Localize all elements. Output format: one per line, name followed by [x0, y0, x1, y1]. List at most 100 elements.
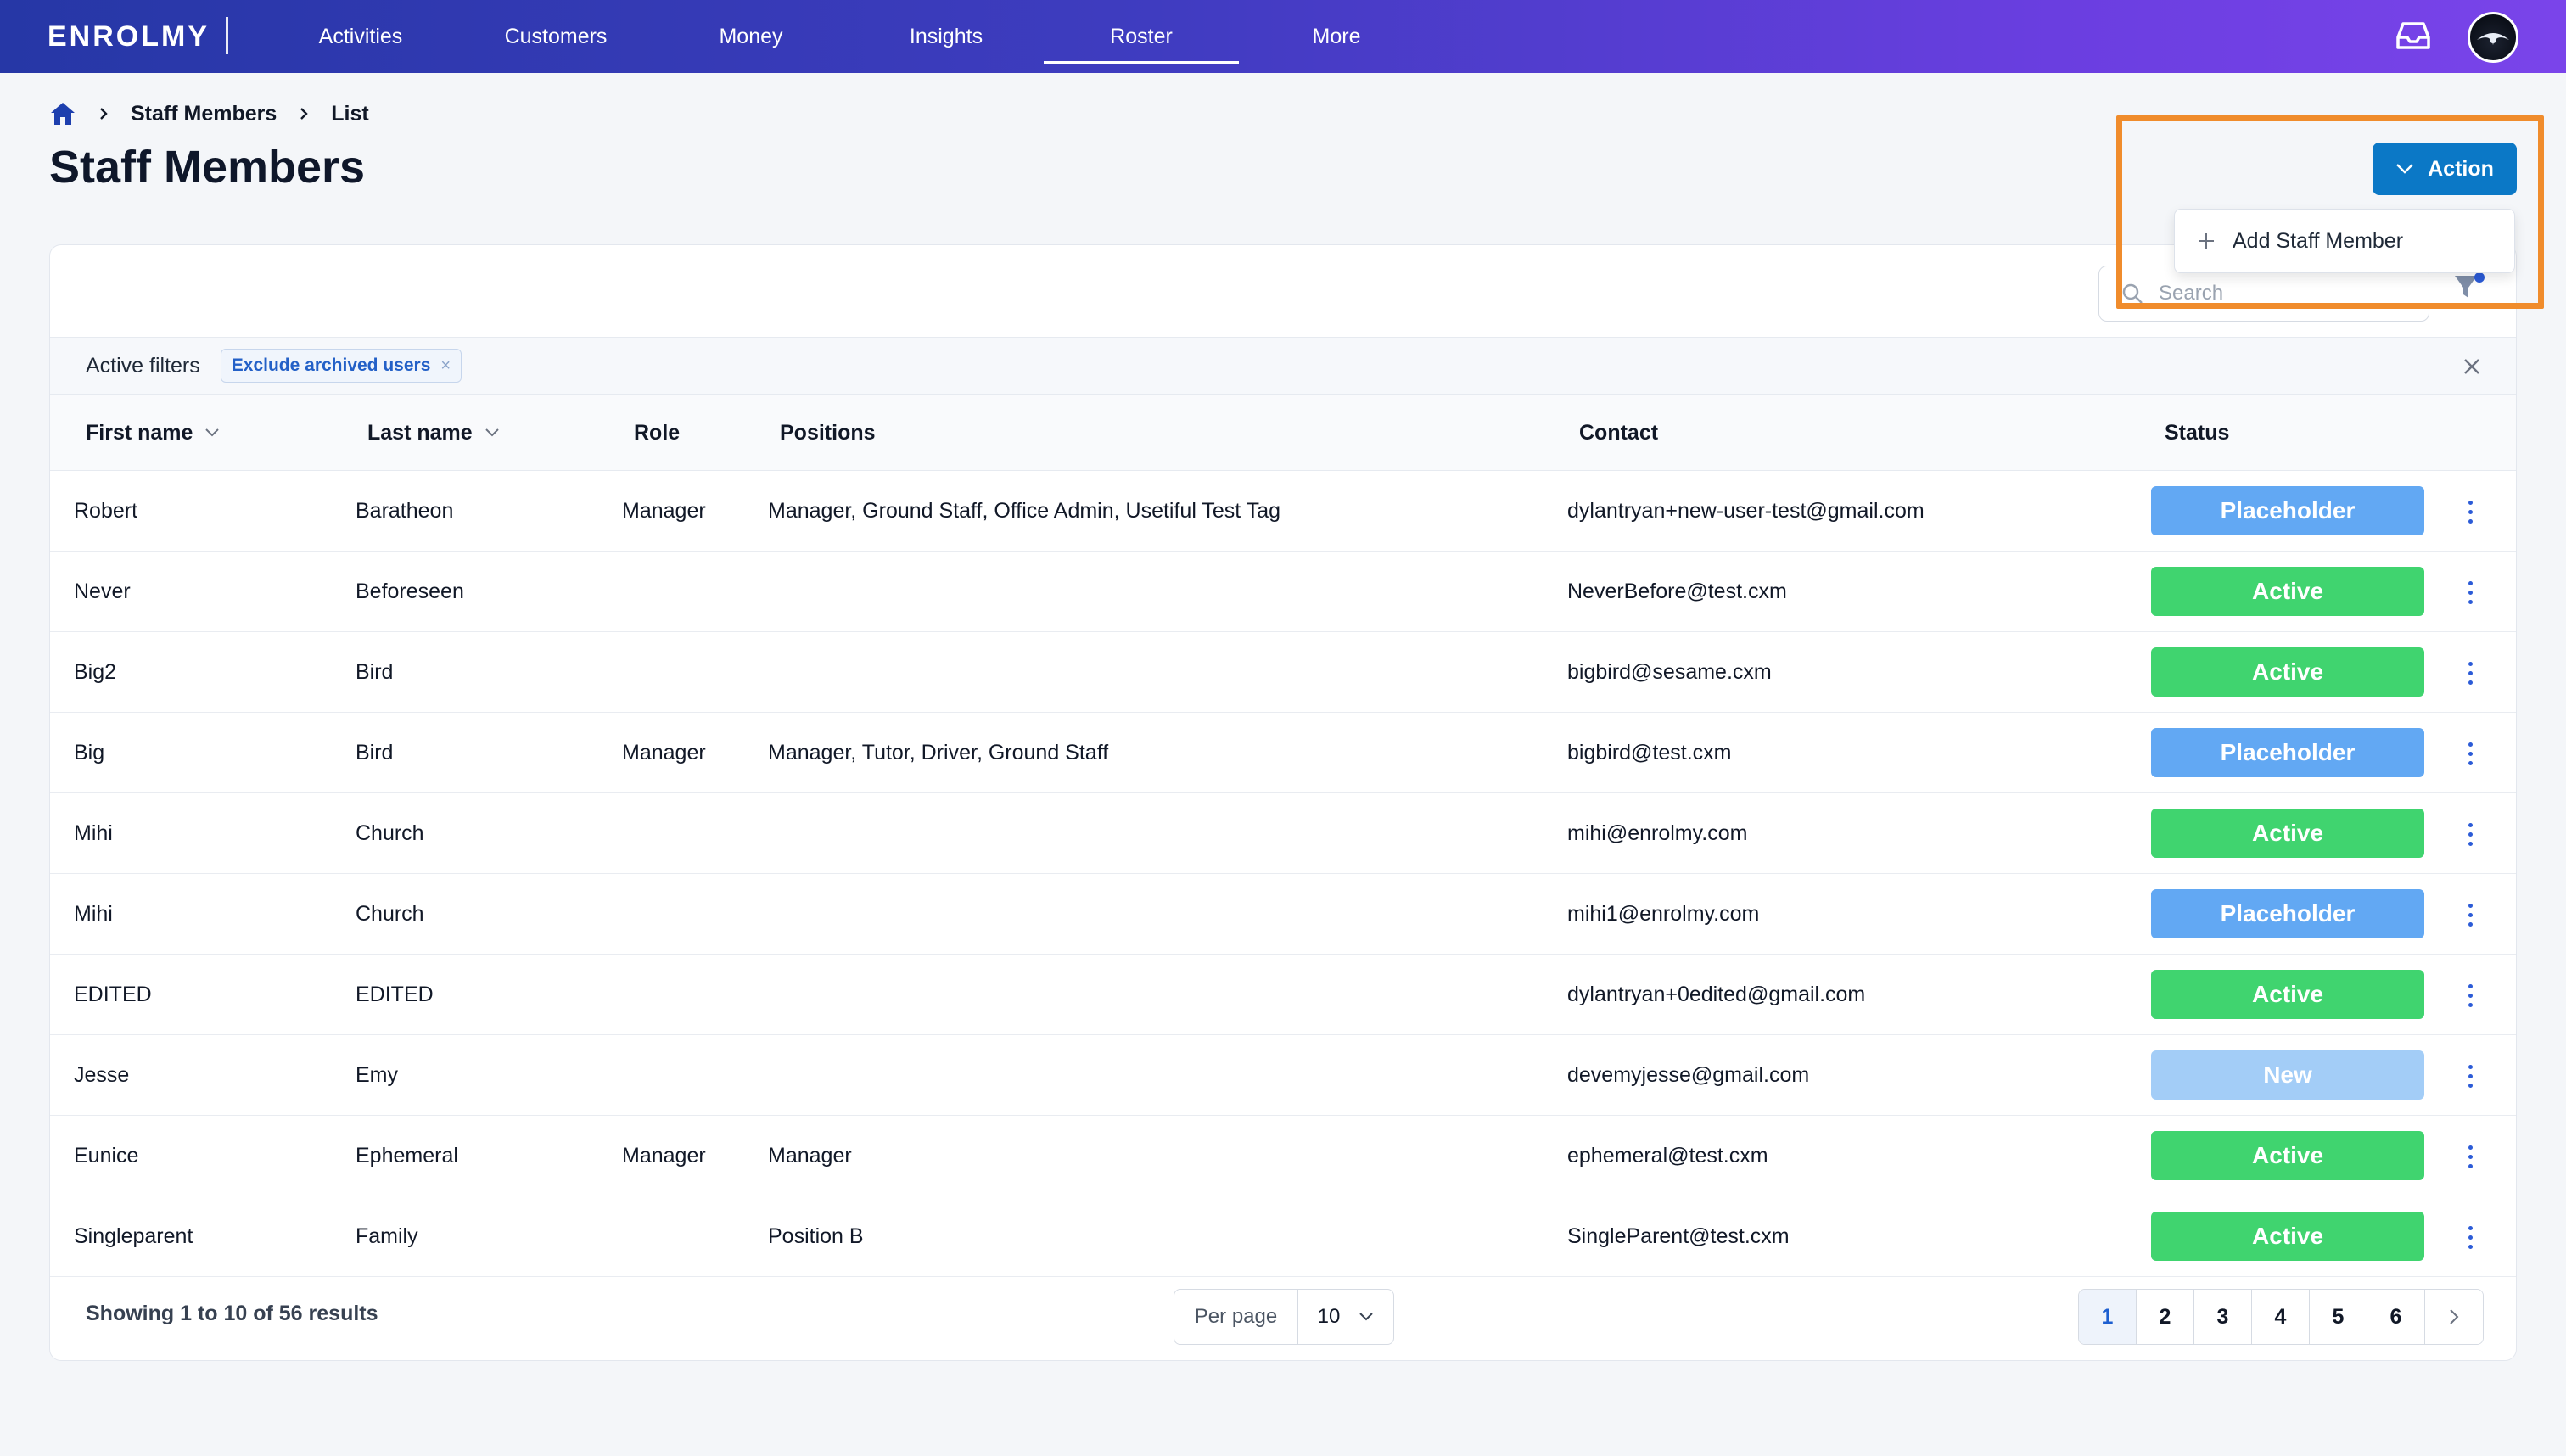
page-button[interactable]: 4: [2252, 1290, 2310, 1344]
active-filters-label: Active filters: [86, 353, 200, 378]
status-badge: Active: [2151, 809, 2424, 858]
page-button[interactable]: 3: [2194, 1290, 2252, 1344]
action-dropdown-menu: Add Staff Member: [2174, 209, 2515, 273]
cell-contact: dylantryan+new-user-test@gmail.com: [1567, 498, 1924, 523]
breadcrumb: Staff Members List: [49, 98, 369, 129]
plus-icon: [2199, 233, 2214, 249]
cell-role: Manager: [622, 498, 706, 523]
page-button[interactable]: 6: [2367, 1290, 2425, 1344]
cell-positions: Manager: [768, 1143, 852, 1168]
cell-first: Eunice: [74, 1143, 139, 1168]
last-name-label: Last name: [367, 420, 473, 445]
next-page-chevron-right-icon[interactable]: [2425, 1290, 2483, 1344]
nav-tab-activities[interactable]: Activities: [263, 0, 458, 73]
page-button[interactable]: 1: [2079, 1290, 2137, 1344]
per-page-label: Per page: [1174, 1290, 1298, 1344]
row-actions-kebab-icon[interactable]: [2455, 575, 2485, 609]
breadcrumb-staff-members[interactable]: Staff Members: [131, 102, 277, 126]
cell-last: Beforeseen: [356, 579, 464, 603]
active-filters-bar: Active filters Exclude archived users ×: [50, 337, 2516, 395]
table-row[interactable]: Big Bird Manager Manager, Tutor, Driver, Gr…: [50, 713, 2516, 793]
table-row[interactable]: Never Beforeseen NeverBefore@test.cxm Activ…: [50, 552, 2516, 632]
table-row[interactable]: Singleparent Family Position B SingleParent…: [50, 1196, 2516, 1277]
enrolmy-logo[interactable]: ENROLMY: [48, 20, 210, 53]
page-title: Staff Members: [49, 142, 366, 193]
cell-positions: Position B: [768, 1224, 864, 1248]
cell-last: Emy: [356, 1062, 398, 1087]
nav-tab-more[interactable]: More: [1239, 0, 1434, 73]
nav-tab-roster[interactable]: Roster: [1044, 0, 1239, 73]
user-avatar[interactable]: [2468, 12, 2518, 63]
chevron-right-icon: [100, 108, 108, 120]
cell-last: Church: [356, 901, 424, 926]
column-header-role: Role: [634, 420, 681, 445]
cell-last: Family: [356, 1224, 418, 1248]
cell-last: Church: [356, 820, 424, 845]
cell-contact: dylantryan+0edited@gmail.com: [1567, 982, 1866, 1006]
clear-filters-close-icon[interactable]: [2460, 355, 2484, 378]
nav-tab-insights[interactable]: Insights: [849, 0, 1044, 73]
cell-first: Mihi: [74, 901, 113, 926]
per-page-dropdown[interactable]: 10: [1298, 1305, 1393, 1329]
column-header-last-name[interactable]: Last name: [367, 395, 500, 471]
top-navigation-bar: ENROLMY Activities Customers Money Insig…: [0, 0, 2566, 73]
table-row[interactable]: Robert Baratheon Manager Manager, Ground St…: [50, 471, 2516, 552]
cell-contact: ephemeral@test.cxm: [1567, 1143, 1768, 1168]
cell-last: Bird: [356, 740, 394, 764]
sort-chevron-down-icon: [205, 428, 220, 437]
row-actions-kebab-icon[interactable]: [2455, 1140, 2485, 1173]
cell-contact: mihi1@enrolmy.com: [1567, 901, 1760, 926]
table-row[interactable]: Eunice Ephemeral Manager Manager ephemeral@t…: [50, 1116, 2516, 1196]
per-page-select[interactable]: Per page 10: [1174, 1289, 1394, 1345]
filter-chip-exclude-archived[interactable]: Exclude archived users ×: [220, 349, 462, 383]
per-page-value: 10: [1317, 1305, 1341, 1328]
cell-last: Baratheon: [356, 498, 454, 523]
status-badge: New: [2151, 1050, 2424, 1100]
page-button[interactable]: 5: [2310, 1290, 2367, 1344]
table-row[interactable]: Mihi Church mihi@enrolmy.com Active: [50, 793, 2516, 874]
cell-contact: bigbird@test.cxm: [1567, 740, 1732, 764]
column-header-contact: Contact: [1579, 420, 1659, 445]
row-actions-kebab-icon[interactable]: [2455, 898, 2485, 932]
cell-contact: NeverBefore@test.cxm: [1567, 579, 1787, 603]
action-button[interactable]: Action: [2373, 143, 2517, 195]
cell-contact: SingleParent@test.cxm: [1567, 1224, 1790, 1248]
table-row[interactable]: EDITED EDITED dylantryan+0edited@gmail.com…: [50, 955, 2516, 1035]
cell-first: Mihi: [74, 820, 113, 845]
row-actions-kebab-icon[interactable]: [2455, 978, 2485, 1012]
table-row[interactable]: Mihi Church mihi1@enrolmy.com Placeholder: [50, 874, 2516, 955]
staff-table-card: Active filters Exclude archived users × …: [49, 244, 2517, 1361]
action-button-label: Action: [2428, 156, 2494, 181]
nav-tab-money[interactable]: Money: [653, 0, 849, 73]
row-actions-kebab-icon[interactable]: [2455, 495, 2485, 529]
breadcrumb-list: List: [331, 101, 369, 126]
avatar-image: [2477, 33, 2509, 45]
cell-first: EDITED: [74, 982, 152, 1006]
row-actions-kebab-icon[interactable]: [2455, 656, 2485, 690]
row-actions-kebab-icon[interactable]: [2455, 736, 2485, 770]
home-icon[interactable]: [49, 101, 76, 126]
cell-contact: bigbird@sesame.cxm: [1567, 659, 1772, 684]
first-name-label: First name: [86, 420, 193, 445]
remove-filter-icon[interactable]: ×: [440, 356, 451, 376]
page-button[interactable]: 2: [2137, 1290, 2194, 1344]
row-actions-kebab-icon[interactable]: [2455, 817, 2485, 851]
chevron-down-icon: [1359, 1313, 1374, 1321]
table-row[interactable]: Big2 Bird bigbird@sesame.cxm Active: [50, 632, 2516, 713]
cell-positions: Manager, Ground Staff, Office Admin, Use…: [768, 498, 1281, 523]
cell-role: Manager: [622, 740, 706, 764]
main-nav: Activities Customers Money Insights Rost…: [263, 0, 1434, 73]
row-actions-kebab-icon[interactable]: [2455, 1059, 2485, 1093]
table-row[interactable]: Jesse Emy devemyjesse@gmail.com New: [50, 1035, 2516, 1116]
cell-contact: mihi@enrolmy.com: [1567, 820, 1748, 845]
chevron-right-icon: [300, 108, 308, 120]
column-header-status: Status: [2165, 420, 2230, 445]
row-actions-kebab-icon[interactable]: [2455, 1220, 2485, 1254]
column-header-first-name[interactable]: First name: [86, 395, 220, 471]
filter-chip-label: Exclude archived users: [231, 356, 431, 375]
inbox-icon[interactable]: [2395, 19, 2432, 53]
cell-first: Never: [74, 579, 131, 603]
nav-tab-customers[interactable]: Customers: [458, 0, 653, 73]
cell-first: Big2: [74, 659, 117, 684]
menu-item-add-staff-member[interactable]: Add Staff Member: [2233, 229, 2403, 254]
